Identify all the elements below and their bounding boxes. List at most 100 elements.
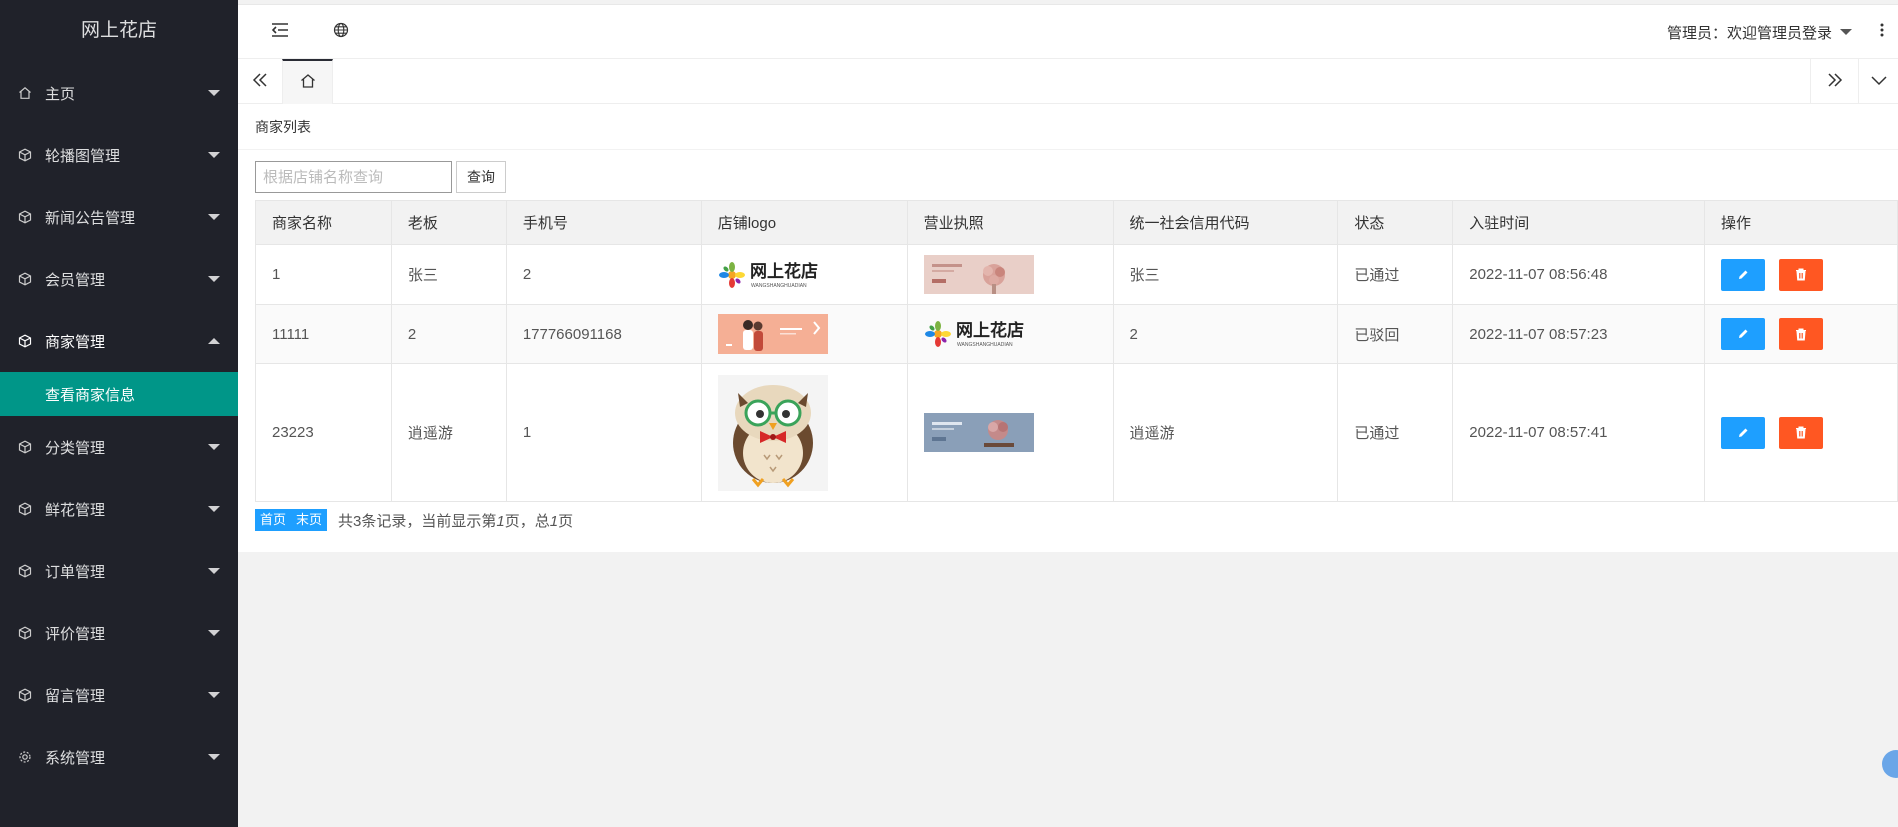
cell-phone: 2 [505,244,702,305]
search-bar: 查询 [255,161,506,193]
sidebar-item-label: 订单管理 [45,563,106,581]
merchant-list-card: 商家列表 查询 商家名称 老板 手机号 店铺logo 营业执照 统一社会信用代码… [238,104,1898,552]
column-header: 入驻时间 [1452,200,1706,245]
cube-icon [18,564,32,578]
chevron-down-icon [208,276,220,282]
chevron-down-icon [208,506,220,512]
user-menu[interactable]: 管理员：欢迎管理员登录 [1667,5,1852,59]
sidebar-item-orders[interactable]: 订单管理 [0,540,238,602]
sidebar-item-system[interactable]: 系统管理 [0,726,238,788]
pagination-prefix: 共3条记录，当前显示第 [338,512,497,530]
sidebar-item-merchants[interactable]: 商家管理 [0,310,238,372]
cube-icon [18,626,32,640]
column-header: 店铺logo [700,200,908,245]
chevron-down-icon [208,214,220,220]
sidebar-item-flowers[interactable]: 鲜花管理 [0,478,238,540]
delete-button[interactable] [1779,318,1824,350]
cell-license [906,244,1114,305]
cell-phone: 177766091168 [505,304,702,364]
language-button[interactable] [317,5,365,59]
sidebar-item-reviews[interactable]: 评价管理 [0,602,238,664]
app-logo-title: 网上花店 [80,20,157,41]
cell-merchant-name: 1 [255,244,392,305]
tab-home[interactable] [282,59,333,104]
sidebar-item-carousel[interactable]: 轮播图管理 [0,124,238,186]
column-header: 商家名称 [255,200,392,245]
cell-phone: 1 [505,363,702,502]
cell-time: 2022-11-07 08:57:41 [1452,363,1706,502]
sidebar-item-label: 鲜花管理 [45,501,106,519]
logo-text-en: WANGSHANGHUADIAN [751,283,807,289]
chevron-down-icon [208,444,220,450]
cell-status: 已驳回 [1337,304,1454,364]
couple-banner-image [717,314,828,354]
menu-collapse-button[interactable] [256,5,304,59]
cell-credit-code: 2 [1112,304,1339,364]
sidebar-item-messages[interactable]: 留言管理 [0,664,238,726]
pencil-icon [1739,329,1748,338]
cell-logo [700,304,908,364]
tab-options-button[interactable] [1858,59,1898,104]
pencil-icon [1739,428,1748,437]
cell-logo: 网上花店 WANGSHANGHUADIAN [700,244,908,305]
cube-icon [18,502,32,516]
globe-icon [333,22,349,42]
sidebar-item-label: 主页 [45,85,76,103]
home-icon [300,73,316,93]
pencil-icon [1739,270,1748,279]
sidebar-item-categories[interactable]: 分类管理 [0,416,238,478]
cell-time: 2022-11-07 08:56:48 [1452,244,1706,305]
cell-credit-code: 逍遥游 [1112,363,1339,502]
cube-icon [18,688,32,702]
sidebar-item-label: 轮播图管理 [45,147,121,165]
cell-merchant-name: 11111 [255,304,392,364]
tab-bar [238,58,1898,104]
double-chevron-left-icon [252,72,268,91]
owl-illustration-image [717,374,828,491]
card-title: 商家列表 [238,104,1898,150]
flower-shop-logo-image: 网上花店 WANGSHANGHUADIAN [718,261,818,289]
floating-help-button[interactable] [1882,750,1898,778]
gear-icon [18,750,32,764]
sidebar-item-label: 商家管理 [45,333,106,351]
chevron-down-icon [208,630,220,636]
sidebar-item-home[interactable]: 主页 [0,62,238,124]
edit-button[interactable] [1721,416,1766,449]
cell-credit-code: 张三 [1112,244,1339,305]
cell-actions [1704,363,1898,502]
chevron-up-icon [208,338,220,344]
search-input[interactable] [255,161,452,193]
top-header: 管理员：欢迎管理员登录 [238,4,1898,58]
cell-boss: 张三 [390,244,507,305]
double-chevron-right-icon [1827,72,1843,91]
sidebar-item-label: 系统管理 [45,749,106,767]
current-page: 1 [496,512,505,530]
more-options-button[interactable] [1870,5,1894,59]
pagination-mid: 页，总 [504,512,550,530]
cell-boss: 2 [390,304,507,364]
cube-icon [18,210,32,224]
merchant-table: 商家名称 老板 手机号 店铺logo 营业执照 统一社会信用代码 状态 入驻时间… [255,200,1898,502]
column-header: 营业执照 [906,200,1114,245]
column-header: 状态 [1337,200,1454,245]
sidebar-item-news[interactable]: 新闻公告管理 [0,186,238,248]
sidebar-subitem-view-merchants[interactable]: 查看商家信息 [0,372,238,416]
delete-button[interactable] [1779,258,1824,291]
sidebar-item-members[interactable]: 会员管理 [0,248,238,310]
tab-scroll-left-button[interactable] [238,59,282,104]
delete-button[interactable] [1779,416,1824,449]
search-button[interactable]: 查询 [456,161,506,193]
first-page-button[interactable]: 首页 [255,509,292,531]
chevron-down-icon [208,90,220,96]
logo-text-en: WANGSHANGHUADIAN [957,342,1013,348]
home-icon [18,86,32,100]
edit-button[interactable] [1721,258,1766,291]
tab-scroll-right-button[interactable] [1810,59,1858,104]
edit-button[interactable] [1721,318,1766,350]
sidebar-item-label: 评价管理 [45,625,106,643]
more-vertical-icon [1880,22,1884,42]
trash-icon [1796,328,1807,340]
last-page-button[interactable]: 末页 [291,509,328,531]
cell-merchant-name: 23223 [255,363,392,502]
cube-icon [18,334,32,348]
